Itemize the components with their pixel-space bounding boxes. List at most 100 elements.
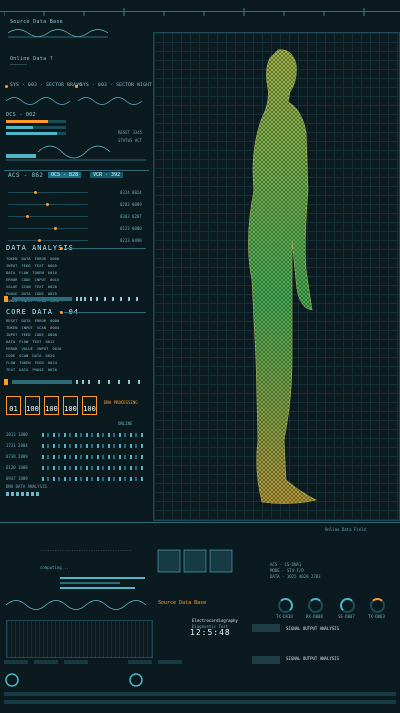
table-cell: 0024	[47, 360, 57, 365]
data-analysis-rule	[64, 248, 146, 249]
gauge-ring-3	[340, 598, 355, 613]
table-row: ERROR CODE INPUT 0015	[6, 277, 146, 282]
doc-icon-1[interactable]: 01	[6, 396, 21, 415]
table-cell: FEED	[34, 360, 44, 365]
dna-row-label: 1721 2004	[6, 443, 28, 448]
table-row: DATA FLOW TEXT 0012	[6, 339, 146, 344]
dna-row-strip	[42, 455, 146, 459]
table-cell: 0020	[45, 353, 55, 358]
table-cell: INPUT	[6, 332, 18, 337]
acs-tag-1[interactable]: OCS - 828	[48, 172, 82, 178]
slider-knob[interactable]	[26, 215, 29, 218]
table-cell: INPUT	[21, 325, 33, 330]
table-row: INPUT FEED TEXT 0005	[6, 263, 146, 268]
slider-knob[interactable]	[46, 203, 49, 206]
table-cell: SCAN	[21, 284, 31, 289]
right-acs: ACS - CS-DNA1	[270, 562, 302, 567]
table-cell: FEED	[21, 263, 31, 268]
table-cell: TEXT	[34, 263, 44, 268]
bottom-waveform	[5, 596, 156, 616]
table-cell: 0004	[50, 325, 60, 330]
table-cell: SCAN	[19, 353, 29, 358]
dna-analysis-bars	[6, 490, 146, 500]
computing-bars	[60, 576, 150, 592]
table-cell: 0015	[50, 277, 60, 282]
table-cell: 0000	[50, 256, 60, 261]
dcs-waveform	[6, 140, 146, 166]
dna-row-label: 2013 1000	[6, 432, 28, 437]
table-cell: TOKEN	[6, 325, 18, 330]
acs-tag-2[interactable]: VCR - 392	[90, 172, 124, 178]
table-cell: 0028	[47, 367, 57, 372]
slider-track[interactable]	[8, 228, 88, 229]
table-row: TEXT DATA PHASE 0028	[6, 367, 146, 372]
top-waveform	[7, 26, 109, 42]
table-cell: DATA	[6, 270, 16, 275]
body-wireframe	[180, 40, 350, 517]
table-cell: TEXT	[32, 339, 42, 344]
table-cell: DATA	[21, 318, 31, 323]
slider-knob[interactable]	[34, 191, 37, 194]
table-row: INPUT FEED CODE 0008	[6, 332, 146, 337]
table-cell: ERROR	[34, 256, 47, 261]
data-analysis-dot	[60, 247, 63, 250]
dna-row-strip	[42, 433, 146, 437]
slider-track[interactable]	[8, 192, 88, 193]
bottom-histogram	[6, 620, 153, 658]
electro-title: Electrocardiography	[192, 618, 238, 623]
table-cell: DATA	[21, 256, 31, 261]
dna-analysis-label: DNA DATA ANALYSIS	[6, 484, 47, 489]
table-cell: DATA	[32, 353, 42, 358]
doc-icon-3[interactable]: 100	[44, 396, 59, 415]
dcs-bar-3	[6, 132, 66, 135]
core-data-strip	[4, 378, 149, 388]
table-cell: RESET	[6, 318, 18, 323]
table-cell: INPUT	[34, 277, 47, 282]
doc-icon-4[interactable]: 100	[63, 396, 78, 415]
table-cell: FLOW	[19, 270, 29, 275]
signal-tab-1[interactable]	[252, 624, 280, 632]
dcs-row-1: RESET 3345	[118, 130, 143, 135]
doc-icon-2[interactable]: 100	[25, 396, 40, 415]
table-cell: TOKEN	[19, 360, 31, 365]
source-info-text: --------------------------------------	[40, 548, 132, 553]
dna-row-label: 0738 2009	[6, 454, 28, 459]
gauge-ring-4	[370, 598, 385, 613]
right-mode: MODE - ST4-F/O	[270, 568, 304, 573]
dna-row-strip	[42, 466, 146, 470]
sector-right-dot	[75, 85, 78, 88]
slider-knob[interactable]	[54, 227, 57, 230]
dna-row-strip	[42, 444, 146, 448]
table-cell: INPUT	[36, 346, 49, 351]
gauge-ring-2	[308, 598, 323, 613]
sector-left-label: SYS - 003 - SECTOR BRAVO	[10, 83, 83, 88]
dna-row-strip	[42, 477, 146, 481]
acs-label: ACS - 862	[8, 172, 44, 179]
table-cell: 0008	[47, 332, 57, 337]
computing-label: computing...	[40, 565, 69, 570]
source-data-label: Source Data Base	[10, 19, 63, 25]
processing-status: ONLINE	[118, 421, 133, 426]
slider-track[interactable]	[8, 216, 88, 217]
table-cell: VALUE	[6, 284, 18, 289]
dna-row-label: 0947 1009	[6, 476, 28, 481]
slider-knob[interactable]	[38, 239, 41, 242]
acs-rule	[4, 170, 149, 171]
slider-value: 0303 0207	[120, 214, 142, 219]
table-row: VALUE SCAN TEXT 0020	[6, 284, 146, 289]
right-data: DATA - 1025 4020 2783	[270, 574, 321, 579]
gauge-label-4: TX-D003	[368, 614, 385, 619]
table-row: TOKEN INPUT SCAN 0004	[6, 325, 146, 330]
slider-value: 0123 0000	[120, 226, 142, 231]
sector-left-dot	[5, 85, 8, 88]
table-cell: ERROR	[6, 277, 18, 282]
table-cell: ERROR	[34, 318, 47, 323]
electro-time: 12:5:48	[190, 628, 231, 637]
chip-panel	[156, 548, 236, 578]
slider-track[interactable]	[8, 240, 88, 241]
doc-icon-5[interactable]: 100	[82, 396, 97, 415]
table-cell: 0020	[47, 284, 57, 289]
table-cell: CODE	[6, 353, 16, 358]
table-cell: CODE	[21, 277, 31, 282]
dna-processing-label: DNA PROCESSING	[104, 400, 138, 405]
